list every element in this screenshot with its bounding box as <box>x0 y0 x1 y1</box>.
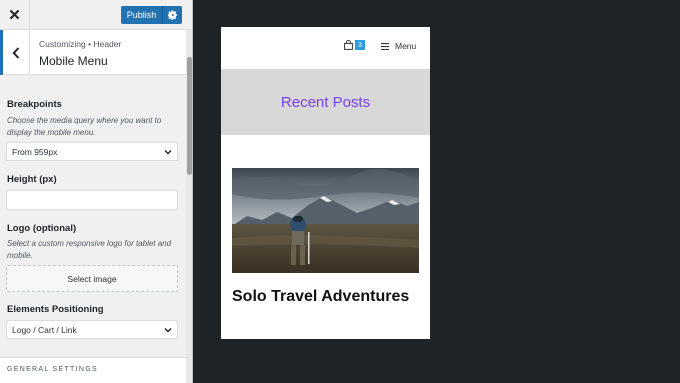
elements-positioning-select[interactable]: Logo / Cart / Link <box>6 320 178 339</box>
publish-group: Publish <box>121 6 182 24</box>
chevron-down-icon <box>164 328 172 333</box>
hamburger-icon <box>381 42 389 50</box>
mobile-menu-toggle[interactable]: Menu <box>381 41 416 51</box>
breadcrumb: Customizing • Header <box>39 39 122 49</box>
height-label: Height (px) <box>7 174 57 185</box>
elements-positioning-value: Logo / Cart / Link <box>12 324 77 335</box>
back-button[interactable] <box>0 30 30 75</box>
breakpoints-value: From 959px <box>12 146 58 157</box>
breakpoints-label: Breakpoints <box>7 99 62 110</box>
cart-count-badge: 3 <box>355 40 365 50</box>
post-featured-image[interactable] <box>232 168 419 273</box>
gear-icon <box>167 10 177 20</box>
general-settings-section[interactable]: GENERAL SETTINGS <box>0 357 186 383</box>
scrollbar-thumb[interactable] <box>187 57 192 175</box>
cart-link[interactable]: 3 <box>344 40 365 50</box>
breakpoints-description: Choose the media query where you want to… <box>7 116 162 137</box>
close-icon: ✕ <box>8 7 21 24</box>
customizer-topbar: ✕ Publish <box>0 0 192 30</box>
customizer-sidebar: ✕ Publish Customizing • Header Mobile Me… <box>0 0 193 383</box>
height-input[interactable] <box>6 190 178 210</box>
post-title[interactable]: Solo Travel Adventures <box>232 288 409 306</box>
banner-title: Recent Posts <box>280 93 371 111</box>
mobile-preview: 3 Menu Recent Posts Solo Travel Adventur… <box>221 27 430 339</box>
breakpoints-select[interactable]: From 959px <box>6 142 178 161</box>
section-title: Mobile Menu <box>39 54 108 68</box>
close-customizer-button[interactable]: ✕ <box>0 0 30 30</box>
elements-positioning-label: Elements Positioning <box>7 304 104 315</box>
page-banner: Recent Posts <box>221 69 430 135</box>
chevron-down-icon <box>164 150 172 155</box>
menu-label: Menu <box>395 41 417 51</box>
chevron-left-icon <box>12 46 20 59</box>
publish-button[interactable]: Publish <box>121 6 162 24</box>
section-header: Customizing • Header Mobile Menu <box>0 30 186 75</box>
site-header: 3 Menu <box>221 27 430 69</box>
sidebar-scrollbar[interactable] <box>186 30 192 383</box>
logo-description: Select a custom responsive logo for tabl… <box>7 239 172 260</box>
select-image-button[interactable]: Select image <box>6 265 178 292</box>
logo-label: Logo (optional) <box>7 223 77 234</box>
shopping-bag-icon <box>344 40 353 50</box>
publish-settings-button[interactable] <box>162 6 182 24</box>
